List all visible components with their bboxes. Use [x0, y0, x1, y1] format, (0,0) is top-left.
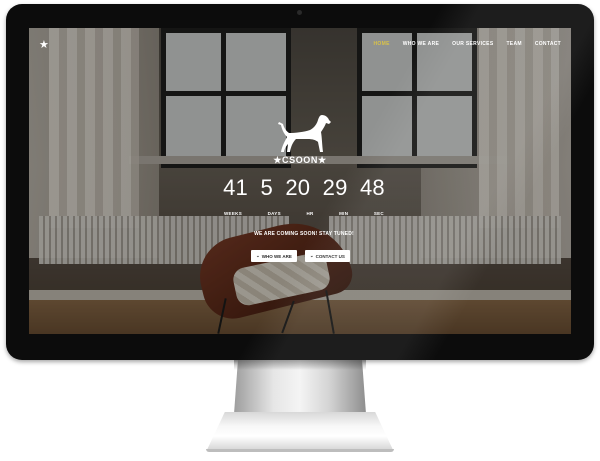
- star-icon[interactable]: ★: [39, 38, 49, 51]
- monitor-base: [206, 412, 394, 452]
- cta-buttons: ⌄ WHO WE ARE ⌄ CONTACT US: [251, 250, 351, 262]
- label-days: DAYS: [267, 211, 281, 216]
- label-weeks: WEEKS: [224, 211, 243, 216]
- who-we-are-button[interactable]: ⌄ WHO WE ARE: [251, 250, 297, 262]
- countdown-days: 5: [260, 175, 273, 200]
- countdown-values: 41 5 20 29 48: [214, 175, 394, 201]
- countdown-labels: WEEKS DAYS HR MIN SEC: [224, 211, 384, 216]
- screen: ★ HOME WHO WE ARE OUR SERVICES TEAM CONT…: [29, 28, 571, 334]
- main-nav: HOME WHO WE ARE OUR SERVICES TEAM CONTAC…: [374, 41, 561, 47]
- label-sec: SEC: [373, 211, 384, 216]
- nav-item-who-we-are[interactable]: WHO WE ARE: [403, 41, 439, 47]
- label-min: MIN: [339, 211, 349, 216]
- dog-icon: [278, 115, 331, 152]
- nav-item-our-services[interactable]: OUR SERVICES: [452, 41, 493, 47]
- contact-us-button-label: CONTACT US: [315, 253, 345, 259]
- countdown-minutes: 29: [322, 175, 348, 200]
- countdown-hours: 20: [285, 175, 311, 200]
- countdown-seconds: 48: [360, 175, 385, 200]
- nav-item-home[interactable]: HOME: [374, 41, 390, 47]
- chevron-down-icon: ⌄: [256, 253, 260, 258]
- nav-item-contact[interactable]: CONTACT: [535, 41, 561, 47]
- tagline: WE ARE COMING SOON! STAY TUNED!: [254, 231, 354, 237]
- stand-shadow: [234, 360, 366, 370]
- who-we-are-button-label: WHO WE ARE: [261, 253, 292, 259]
- nav-item-team[interactable]: TEAM: [506, 41, 521, 47]
- monitor-base-edge: [206, 449, 394, 452]
- chevron-down-icon: ⌄: [309, 253, 314, 258]
- label-hr: HR: [306, 211, 314, 216]
- contact-us-button[interactable]: ⌄ CONTACT US: [304, 250, 350, 262]
- webcam: [297, 10, 302, 15]
- countdown-weeks: 41: [223, 175, 248, 200]
- brand-name: ★CSOON★: [273, 155, 327, 165]
